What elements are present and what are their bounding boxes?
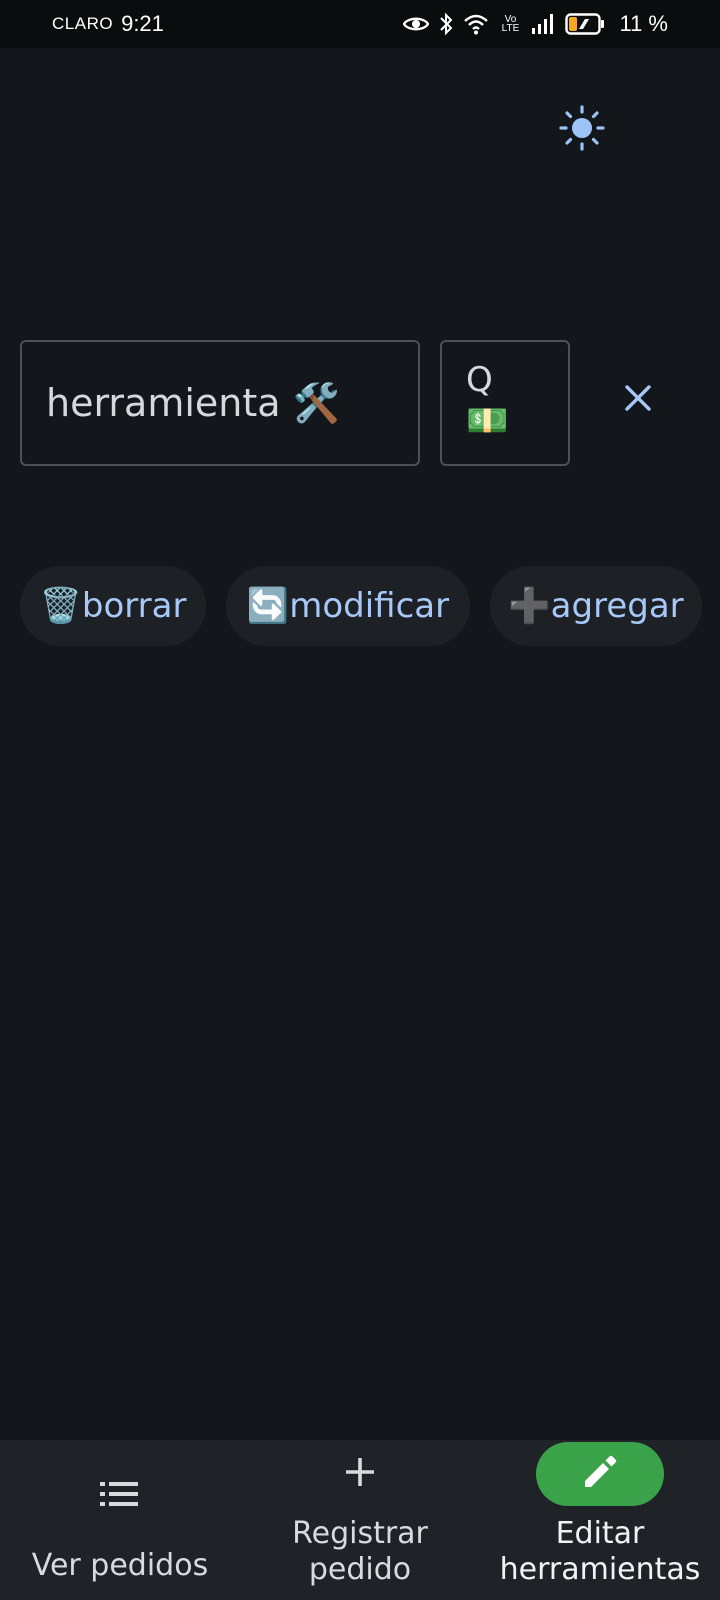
modify-button[interactable]: 🔄modificar: [226, 566, 470, 646]
battery-percent: 11 %: [619, 11, 668, 36]
pencil-icon: [581, 1453, 619, 1495]
clear-button[interactable]: [616, 378, 660, 422]
eye-icon: [403, 15, 430, 33]
status-bar: CLARO 9:21 Vo LTE 11 %: [0, 0, 720, 48]
price-field[interactable]: Q 💵: [440, 340, 570, 466]
tool-name-value: herramienta 🛠️: [46, 380, 340, 425]
modify-button-label: 🔄modificar: [246, 586, 450, 626]
status-icons: Vo LTE 11 %: [403, 11, 668, 37]
delete-button-label: 🗑️borrar: [39, 586, 187, 626]
bottom-navigation: Ver pedidos Registrar pedido Editar herr…: [0, 1440, 720, 1600]
nav-register-icon-wrap: [296, 1442, 424, 1506]
signal-icon: [531, 14, 555, 34]
clock: 9:21: [121, 11, 164, 36]
bluetooth-icon: [439, 12, 453, 36]
nav-item-register[interactable]: Registrar pedido: [240, 1440, 480, 1600]
price-value: Q 💵: [466, 360, 509, 441]
tool-name-field[interactable]: herramienta 🛠️: [20, 340, 420, 466]
network-type-label: Vo LTE: [501, 14, 520, 34]
nav-item-orders[interactable]: Ver pedidos: [0, 1440, 240, 1600]
network-type-icon: Vo LTE: [499, 14, 521, 34]
carrier-label: CLARO: [52, 14, 114, 33]
nav-register-label: Registrar pedido: [292, 1516, 428, 1587]
close-icon: [623, 383, 653, 417]
delete-button[interactable]: 🗑️borrar: [20, 566, 206, 646]
nav-orders-icon-wrap: [56, 1464, 184, 1528]
wifi-icon: [463, 13, 489, 35]
nav-item-edit-tools[interactable]: Editar herramientas: [480, 1440, 720, 1600]
list-icon: [100, 1480, 140, 1512]
add-button[interactable]: ➕agregar: [490, 566, 702, 646]
battery-icon: [565, 13, 605, 35]
theme-toggle-button[interactable]: [556, 104, 608, 156]
nav-orders-label: Ver pedidos: [31, 1548, 209, 1583]
sun-icon: [558, 104, 606, 156]
plus-icon: [343, 1455, 377, 1493]
nav-edit-active-indicator: [536, 1442, 664, 1506]
nav-edit-label: Editar herramientas: [499, 1516, 701, 1587]
add-button-label: ➕agregar: [508, 586, 684, 626]
